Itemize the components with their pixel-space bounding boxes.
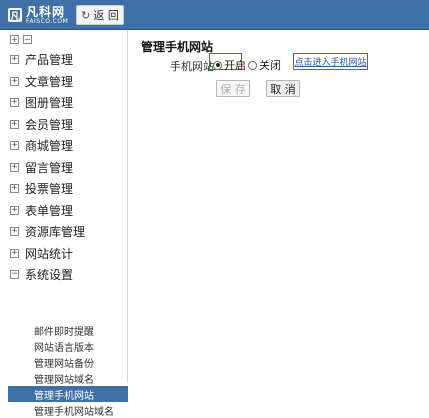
cancel-button[interactable]: 取 消 — [266, 80, 300, 97]
subitem-language-version[interactable]: 网站语言版本 — [0, 338, 127, 354]
expand-icon: + — [10, 97, 19, 108]
sidebar-item-resources[interactable]: + 资源库管理 — [0, 221, 127, 243]
sidebar-item-label: 系统设置 — [25, 268, 74, 283]
sidebar-item-label: 表单管理 — [25, 203, 74, 218]
subitem-mobile-domain[interactable]: 管理手机网站域名 — [0, 402, 127, 418]
collapse-icon: − — [10, 269, 19, 280]
top-bar: 凡 凡科网 FAISCO.COM ↻ 返 回 — [0, 0, 429, 30]
expand-icon: + — [10, 140, 19, 151]
logo-text: 凡科网 — [26, 4, 66, 19]
expand-icon: + — [10, 204, 19, 215]
expand-icon: + — [10, 247, 19, 258]
sidebar-item-forms[interactable]: + 表单管理 — [0, 200, 127, 222]
sidebar: + − + 产品管理 + 文章管理 + 图册管理 + 会员管理 + 商城管理 +… — [0, 30, 128, 418]
logo-icon: 凡 — [8, 8, 22, 23]
expand-icon: + — [10, 183, 19, 194]
subitem-mobile-site[interactable]: 管理手机网站 — [8, 386, 128, 402]
sidebar-item-messages[interactable]: + 留言管理 — [0, 157, 127, 179]
radio-enable[interactable]: 开启 — [213, 57, 246, 73]
radio-checked-icon — [213, 60, 222, 70]
sidebar-item-label: 图册管理 — [25, 96, 74, 111]
back-button-label: 返 回 — [93, 9, 119, 22]
subitem-email-alert[interactable]: 邮件即时提醒 — [0, 322, 127, 338]
sidebar-item-statistics[interactable]: + 网站统计 — [0, 243, 127, 265]
sidebar-tools: + − — [10, 35, 36, 44]
back-button[interactable]: ↻ 返 回 — [76, 5, 124, 25]
sidebar-item-label: 留言管理 — [25, 160, 74, 175]
radio-enable-label: 开启 — [224, 59, 246, 72]
radio-disable-label: 关闭 — [259, 59, 281, 72]
expand-icon: + — [10, 54, 19, 65]
refresh-icon: ↻ — [81, 8, 91, 22]
sidebar-item-label: 文章管理 — [25, 74, 74, 89]
sidebar-item-articles[interactable]: + 文章管理 — [0, 71, 127, 93]
logo-subtext: FAISCO.COM — [26, 17, 69, 25]
sidebar-item-products[interactable]: + 产品管理 — [0, 49, 127, 71]
save-button[interactable]: 保 存 — [216, 80, 250, 97]
sidebar-menu: + 产品管理 + 文章管理 + 图册管理 + 会员管理 + 商城管理 + 留言管… — [0, 49, 127, 286]
collapse-all-icon[interactable]: − — [23, 35, 32, 44]
expand-icon: + — [10, 226, 19, 237]
sidebar-item-label: 网站统计 — [25, 246, 74, 261]
enter-mobile-site-link[interactable]: 点击进入手机网站 — [294, 55, 366, 68]
sidebar-item-members[interactable]: + 会员管理 — [0, 114, 127, 136]
enter-mobile-site-link-box: 点击进入手机网站 — [293, 53, 368, 70]
expand-icon: + — [10, 75, 19, 86]
expand-icon: + — [10, 118, 19, 129]
sidebar-item-label: 投票管理 — [25, 182, 74, 197]
sidebar-item-label: 会员管理 — [25, 117, 74, 132]
sidebar-item-votes[interactable]: + 投票管理 — [0, 178, 127, 200]
sidebar-item-mall[interactable]: + 商城管理 — [0, 135, 127, 157]
sidebar-item-label: 资源库管理 — [25, 225, 86, 240]
main-panel: 管理手机网站 手机网站: 开启 关闭 点击进入手机网站 保 存 取 消 — [128, 30, 429, 383]
radio-disable[interactable]: 关闭 — [248, 57, 281, 73]
sidebar-submenu: 邮件即时提醒 网站语言版本 管理网站备份 管理网站域名 管理手机网站 管理手机网… — [0, 322, 128, 418]
sidebar-item-label: 商城管理 — [25, 139, 74, 154]
page-title: 管理手机网站 — [141, 40, 214, 54]
sidebar-item-albums[interactable]: + 图册管理 — [0, 92, 127, 114]
sidebar-item-system-settings[interactable]: − 系统设置 — [0, 264, 127, 286]
subitem-site-backup[interactable]: 管理网站备份 — [0, 354, 127, 370]
expand-all-icon[interactable]: + — [10, 35, 19, 44]
logo: 凡 凡科网 FAISCO.COM — [8, 5, 68, 25]
radio-unchecked-icon — [248, 60, 257, 70]
subitem-site-domain[interactable]: 管理网站域名 — [0, 370, 127, 386]
sidebar-item-label: 产品管理 — [25, 53, 74, 68]
expand-icon: + — [10, 161, 19, 172]
